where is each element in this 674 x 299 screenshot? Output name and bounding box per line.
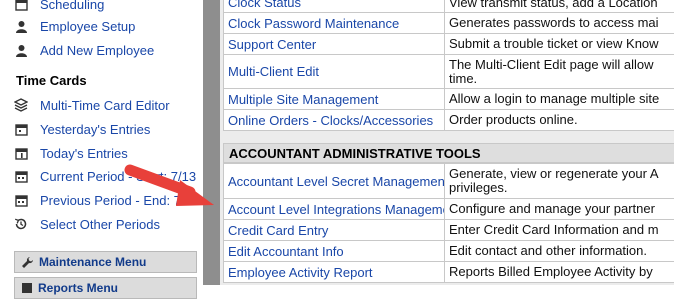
sidebar-item-todays-entries[interactable]: Today's Entries (14, 143, 204, 163)
sidebar-item-label: Select Other Periods (40, 217, 160, 232)
calendar-icon (14, 0, 28, 11)
sidebar-item-label: Scheduling (40, 0, 104, 12)
table-row: Accountant Level Secret Management Gener… (224, 164, 674, 199)
table-row: Clock Status View transmit status, add a… (224, 0, 674, 13)
edit-accountant-info-link[interactable]: Edit Accountant Info (224, 241, 445, 262)
clock-status-link[interactable]: Clock Status (224, 0, 445, 13)
sidebar-item-label: Add New Employee (40, 43, 154, 58)
row-description: Edit contact and other information. (445, 241, 674, 262)
calendar-icon (14, 122, 28, 136)
admin-tools-panel: Clock Status View transmit status, add a… (220, 0, 674, 285)
sidebar-item-label: Today's Entries (40, 146, 128, 161)
multiple-site-management-link[interactable]: Multiple Site Management (224, 89, 445, 110)
row-description: Generate, view or regenerate your A priv… (445, 164, 674, 199)
row-description: Generates passwords to access mai (445, 13, 674, 34)
history-icon (14, 217, 28, 231)
table-row: Employee Activity Report Reports Billed … (224, 262, 674, 283)
person-icon (14, 19, 28, 33)
support-center-link[interactable]: Support Center (224, 34, 445, 55)
sidebar-scrollbar[interactable] (203, 0, 220, 285)
calendar-icon (14, 169, 28, 183)
row-description-line: Generate, view or regenerate your A (449, 167, 674, 181)
sidebar-item-employee-setup[interactable]: Employee Setup (14, 16, 204, 36)
tools-table: Clock Status View transmit status, add a… (223, 0, 674, 131)
calendar-icon (14, 146, 28, 160)
maintenance-menu-label: Maintenance Menu (39, 255, 146, 269)
row-description: Submit a trouble ticket or view Know (445, 34, 674, 55)
sidebar-item-add-new-employee[interactable]: Add New Employee (14, 40, 204, 60)
sidebar-item-label: Previous Period - End: 7/ (40, 193, 185, 208)
sidebar: Scheduling Employee Setup Add New Employ… (0, 0, 203, 285)
row-description: Allow a login to manage multiple site (445, 89, 674, 110)
multi-client-edit-link[interactable]: Multi-Client Edit (224, 55, 445, 89)
clock-password-maintenance-link[interactable]: Clock Password Maintenance (224, 13, 445, 34)
reports-menu-label: Reports Menu (38, 281, 118, 295)
sidebar-item-current-period[interactable]: Current Period - Start: 7/13 (14, 166, 204, 186)
sidebar-item-scheduling[interactable]: Scheduling (14, 0, 204, 14)
row-description: View transmit status, add a Location (445, 0, 674, 13)
table-row: Support Center Submit a trouble ticket o… (224, 34, 674, 55)
row-description: Configure and manage your partner (445, 199, 674, 220)
row-description: Reports Billed Employee Activity by (445, 262, 674, 283)
row-description: Order products online. (445, 110, 674, 131)
person-icon (14, 43, 28, 57)
row-description-line: privileges. (449, 181, 674, 195)
wrench-icon (21, 256, 34, 269)
employee-activity-report-link[interactable]: Employee Activity Report (224, 262, 445, 283)
sidebar-item-label: Current Period - Start: 7/13 (40, 169, 196, 184)
sidebar-item-yesterdays-entries[interactable]: Yesterday's Entries (14, 119, 204, 139)
online-orders-link[interactable]: Online Orders - Clocks/Accessories (224, 110, 445, 131)
reports-menu-button[interactable]: Reports Menu (14, 277, 197, 299)
row-description-line: The Multi-Client Edit page will allow (449, 58, 674, 72)
row-description: Enter Credit Card Information and m (445, 220, 674, 241)
sidebar-item-previous-period[interactable]: Previous Period - End: 7/ (14, 190, 204, 210)
accountant-tools-heading: ACCOUNTANT ADMINISTRATIVE TOOLS (223, 143, 674, 163)
sidebar-item-label: Multi-Time Card Editor (40, 98, 170, 113)
maintenance-menu-button[interactable]: Maintenance Menu (14, 251, 197, 273)
table-row: Credit Card Entry Enter Credit Card Info… (224, 220, 674, 241)
table-row: Online Orders - Clocks/Accessories Order… (224, 110, 674, 131)
row-description-line: time. (449, 72, 674, 86)
sidebar-item-multi-time-card-editor[interactable]: Multi-Time Card Editor (14, 95, 204, 115)
sidebar-item-label: Yesterday's Entries (40, 122, 150, 137)
table-row: Account Level Integrations Management Co… (224, 199, 674, 220)
report-icon (21, 282, 33, 294)
table-row: Edit Accountant Info Edit contact and ot… (224, 241, 674, 262)
calendar-icon (14, 193, 28, 207)
layers-icon (14, 98, 28, 112)
table-row: Multi-Client Edit The Multi-Client Edit … (224, 55, 674, 89)
credit-card-entry-link[interactable]: Credit Card Entry (224, 220, 445, 241)
row-description: The Multi-Client Edit page will allow ti… (445, 55, 674, 89)
time-cards-heading: Time Cards (16, 73, 87, 88)
accountant-tools-table: Accountant Level Secret Management Gener… (223, 163, 674, 283)
sidebar-item-label: Employee Setup (40, 19, 135, 34)
table-row: Multiple Site Management Allow a login t… (224, 89, 674, 110)
sidebar-item-select-other-periods[interactable]: Select Other Periods (14, 214, 204, 234)
accountant-level-secret-management-link[interactable]: Accountant Level Secret Management (224, 164, 445, 199)
table-row: Clock Password Maintenance Generates pas… (224, 13, 674, 34)
account-level-integrations-management-link[interactable]: Account Level Integrations Management (224, 199, 445, 220)
